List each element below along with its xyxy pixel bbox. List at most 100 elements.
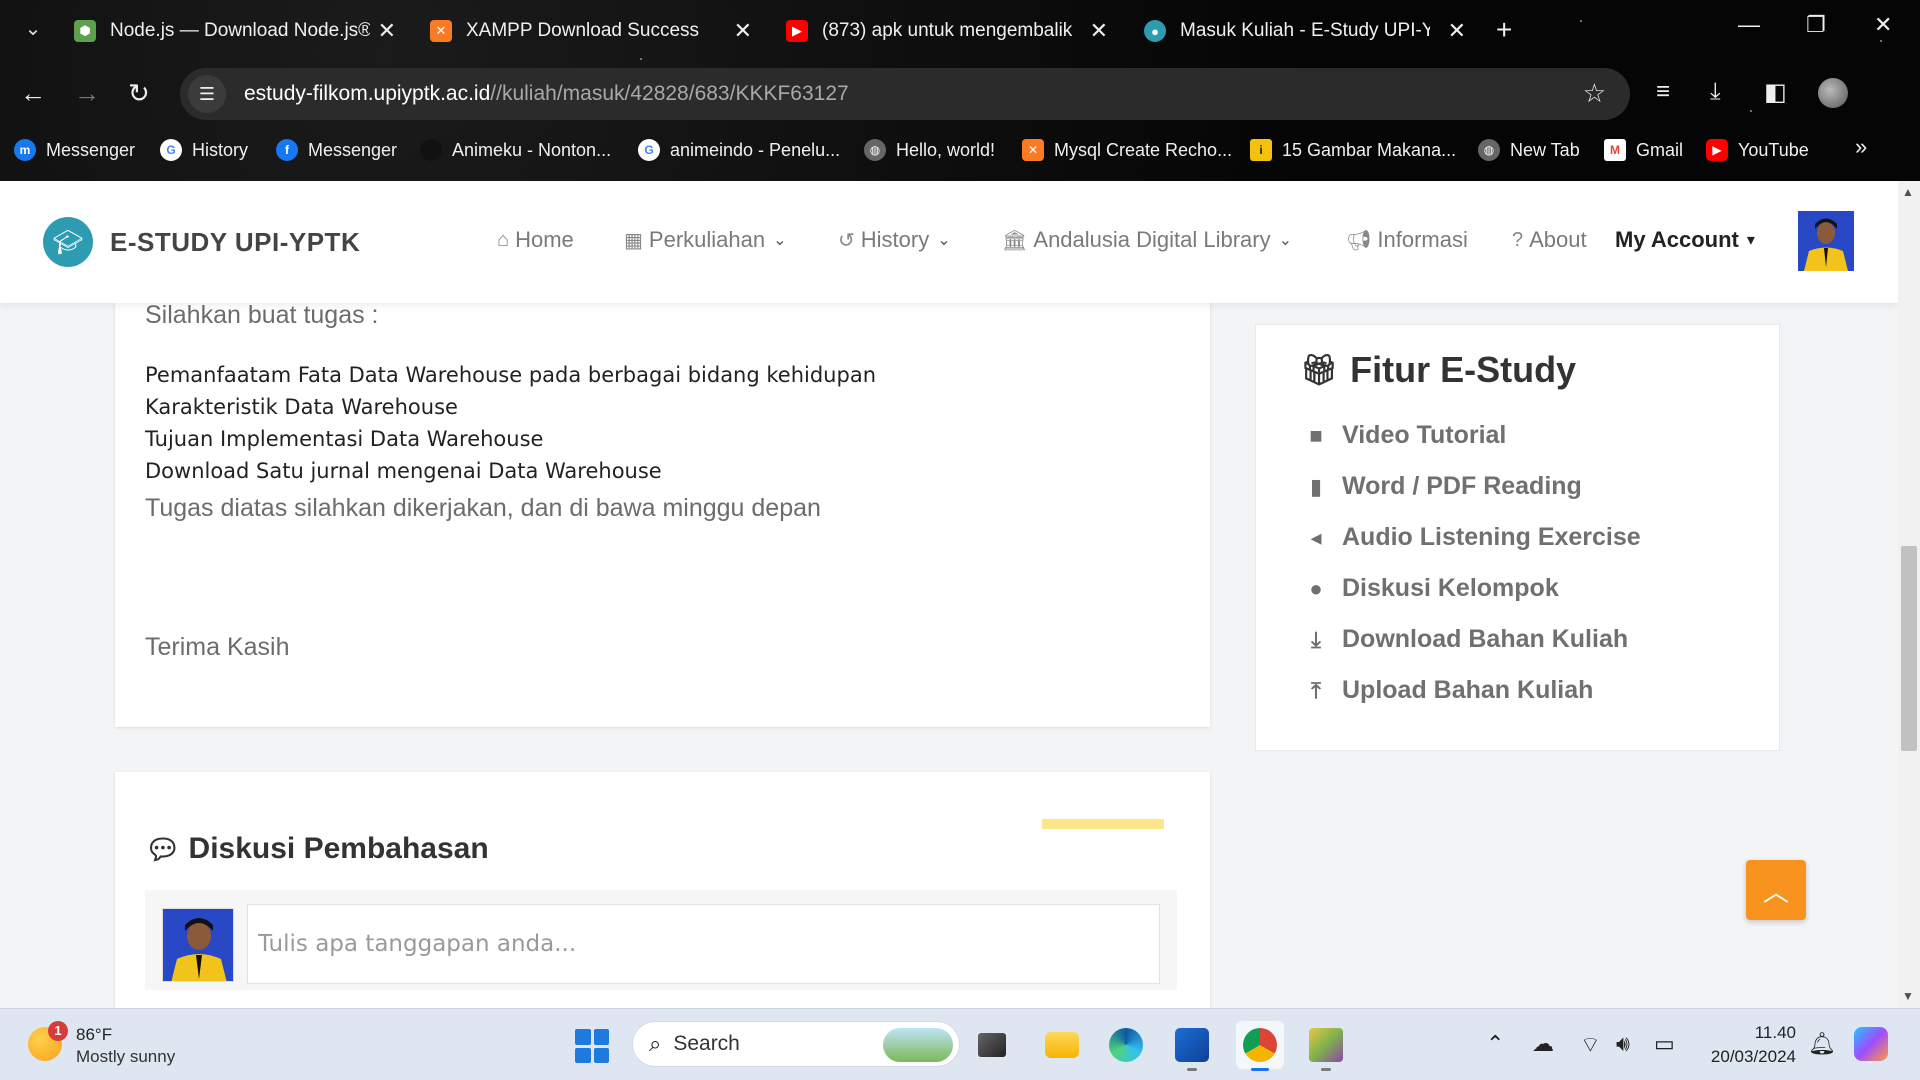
bookmark-messenger[interactable]: m Messenger (14, 134, 135, 166)
page-scrollbar[interactable]: ▲ ▼ (1898, 181, 1920, 1008)
nav-history[interactable]: ↺ History ⌄ (838, 227, 951, 253)
download-icon[interactable]: ⤓ (1710, 78, 1721, 106)
bookmark-animeindo[interactable]: G animeindo - Penelu... (638, 134, 840, 166)
feature-download-bahan[interactable]: ⤓ Download Bahan Kuliah (1300, 625, 1628, 654)
bookmark-new-tab[interactable]: ◍ New Tab (1478, 134, 1580, 166)
post-comment-button[interactable] (1042, 819, 1164, 829)
windows-start-icon[interactable] (575, 1029, 609, 1063)
browser-toolbar: ← → ↻ ☰ estudy-filkom.upiyptk.ac.id//kul… (0, 66, 1920, 122)
feature-video-tutorial[interactable]: ■ Video Tutorial (1300, 421, 1506, 450)
file-icon: ▮ (1309, 473, 1323, 499)
volume-icon: ◂ (1310, 524, 1322, 550)
bullhorn-icon: 📢︎ (1346, 229, 1372, 252)
reload-icon[interactable]: ↻ (128, 78, 150, 109)
close-icon[interactable]: ✕ (734, 18, 752, 44)
wifi-icon[interactable]: ⌔ (1580, 1031, 1601, 1059)
forward-icon[interactable]: → (74, 78, 100, 109)
messenger-icon: m (14, 139, 36, 161)
edge-icon[interactable] (1102, 1021, 1150, 1069)
nav-perkuliahan[interactable]: ▦ Perkuliahan ⌄ (624, 227, 787, 253)
back-icon[interactable]: ← (20, 78, 46, 109)
brand-name[interactable]: E-STUDY UPI-YPTK (110, 227, 360, 258)
minimize-icon[interactable]: — (1738, 12, 1760, 38)
scroll-down-icon[interactable]: ▼ (1902, 989, 1914, 1003)
bookmarks-bar: m Messenger G History f Messenger Animek… (0, 130, 1920, 170)
scrollbar-thumb[interactable] (1901, 546, 1917, 751)
tab-search-button[interactable]: ⌄ (18, 14, 48, 44)
system-clock[interactable]: 11.40 20/03/2024 (1700, 1021, 1796, 1069)
taskbar-search[interactable]: ⌕ Search (632, 1021, 960, 1067)
address-bar[interactable]: ☰ estudy-filkom.upiyptk.ac.id//kuliah/ma… (180, 68, 1630, 120)
feature-audio-listening[interactable]: ◂ Audio Listening Exercise (1300, 523, 1640, 552)
window-close-icon[interactable]: ✕ (1874, 12, 1892, 38)
bookmark-star-icon[interactable]: ☆ (1583, 78, 1606, 109)
bookmark-facebook[interactable]: f Messenger (276, 134, 397, 166)
facebook-icon: f (276, 139, 298, 161)
volume-icon[interactable]: 🔊︎ (1616, 1031, 1630, 1057)
page-viewport: Silahkan buat tugas : Pemanfaatam Fata D… (0, 181, 1898, 1008)
comment-box (145, 890, 1177, 990)
nav-my-account[interactable]: My Account ▾ (1615, 227, 1755, 253)
close-icon[interactable]: ✕ (378, 18, 396, 44)
close-icon[interactable]: ✕ (1448, 18, 1466, 44)
restore-icon[interactable]: ❐ (1806, 12, 1826, 38)
avatar[interactable] (1798, 211, 1854, 271)
battery-icon[interactable]: ▭ (1654, 1031, 1675, 1057)
task-view-icon[interactable] (968, 1021, 1016, 1069)
bookmark-gambar-makanan[interactable]: i 15 Gambar Makana... (1250, 134, 1456, 166)
tab-xampp[interactable]: ✕ XAMPP Download Success ✕ (430, 10, 752, 52)
bookmark-hello-world[interactable]: ◍ Hello, world! (864, 134, 995, 166)
avatar (162, 908, 234, 982)
more-bookmarks-icon[interactable]: » (1855, 134, 1867, 160)
notification-bell-icon[interactable]: 🔔︎ (1808, 1031, 1836, 1057)
side-panel-icon[interactable]: ◧ (1764, 78, 1787, 107)
nav-informasi[interactable]: 📢︎ Informasi (1346, 227, 1468, 253)
url-text[interactable]: estudy-filkom.upiyptk.ac.id//kuliah/masu… (244, 82, 849, 106)
chrome-icon[interactable] (1236, 1021, 1284, 1071)
close-icon[interactable]: ✕ (1090, 18, 1108, 44)
bookmark-mysql[interactable]: ✕ Mysql Create Recho... (1022, 134, 1232, 166)
onedrive-icon[interactable]: ☁ (1532, 1031, 1554, 1057)
task-item: Tujuan Implementasi Data Warehouse (145, 427, 544, 451)
microsoft-store-icon[interactable] (1168, 1021, 1216, 1071)
bookmark-youtube[interactable]: ▶ YouTube (1706, 134, 1809, 166)
bookmark-gmail[interactable]: M Gmail (1604, 134, 1683, 166)
profile-avatar[interactable] (1818, 78, 1848, 108)
nav-label: Informasi (1377, 227, 1468, 252)
task-item: Pemanfaatam Fata Data Warehouse pada ber… (145, 363, 877, 387)
chevron-up-icon[interactable]: ⌃ (1486, 1031, 1504, 1057)
discussion-card: 💬︎ Diskusi Pembahasan (115, 772, 1210, 1008)
search-highlight-image (883, 1028, 953, 1062)
nav-about[interactable]: ? About (1512, 227, 1587, 253)
feature-label: Upload Bahan Kuliah (1342, 676, 1594, 704)
winrar-icon[interactable] (1302, 1021, 1350, 1071)
bookmark-history[interactable]: G History (160, 134, 248, 166)
bookmark-animeku[interactable]: Animeku - Nonton... (420, 134, 611, 166)
file-explorer-icon[interactable] (1038, 1021, 1086, 1069)
tab-estudy[interactable]: ● Masuk Kuliah - E-Study UPI-YPT ✕ (1144, 10, 1466, 52)
feature-word-pdf-reading[interactable]: ▮ Word / PDF Reading (1300, 472, 1582, 501)
media-playlist-icon[interactable]: ≡ (1656, 78, 1670, 106)
globe-icon: ◍ (1478, 139, 1500, 161)
estudy-icon: ● (1144, 20, 1166, 42)
history-icon: ↺ (838, 229, 855, 252)
nav-home[interactable]: ⌂ Home (497, 227, 574, 253)
new-tab-button[interactable]: + (1496, 14, 1512, 46)
nav-digital-library[interactable]: 🏛︎ Andalusia Digital Library ⌄ (1002, 227, 1292, 253)
tab-title: Masuk Kuliah - E-Study UPI-YPT (1180, 20, 1430, 41)
tab-strip: ⌄ ⬢ Node.js — Download Node.js® ✕ ✕ XAMP… (0, 0, 1920, 60)
feature-label: Diskusi Kelompok (1342, 574, 1559, 602)
tab-nodejs[interactable]: ⬢ Node.js — Download Node.js® ✕ (74, 10, 396, 52)
brand-logo-icon[interactable]: 🎓︎ (43, 217, 93, 267)
weather-widget[interactable]: 1 86°F Mostly sunny (28, 1021, 188, 1069)
site-info-icon[interactable]: ☰ (188, 75, 226, 113)
animeku-icon (420, 139, 442, 161)
taskbar: 1 86°F Mostly sunny ⌕ Search ⌃ ☁ ⌔ 🔊︎ ▭ … (0, 1008, 1920, 1080)
comment-input[interactable] (247, 904, 1160, 984)
back-to-top-button[interactable]: ︿ (1746, 860, 1806, 920)
tab-youtube[interactable]: ▶ (873) apk untuk mengembalika ✕ (786, 10, 1108, 52)
feature-diskusi-kelompok[interactable]: ● Diskusi Kelompok (1300, 574, 1559, 603)
feature-upload-bahan[interactable]: ⤒ Upload Bahan Kuliah (1300, 676, 1593, 705)
copilot-icon[interactable] (1854, 1027, 1888, 1061)
scroll-up-icon[interactable]: ▲ (1902, 185, 1914, 199)
